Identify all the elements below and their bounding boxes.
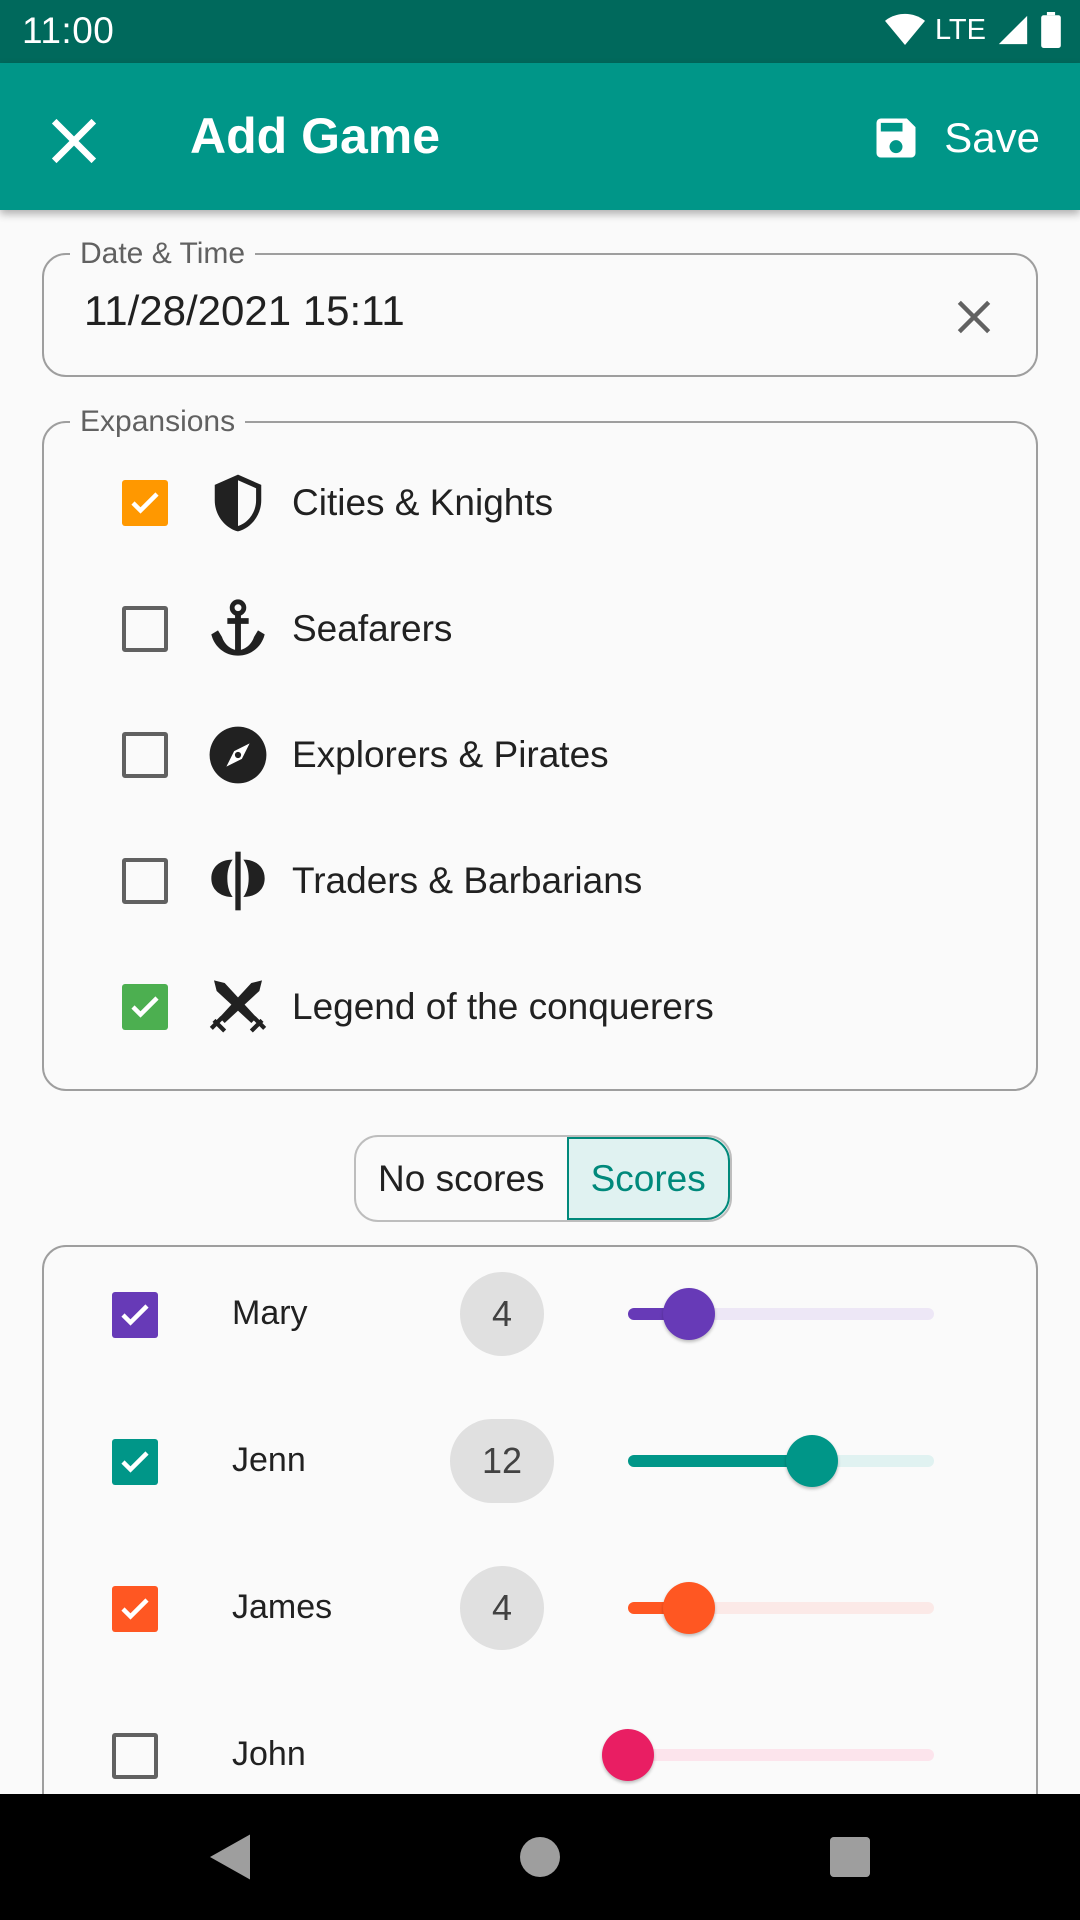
expansion-checkbox[interactable]: [122, 480, 168, 526]
expansion-row-traders-barbarians[interactable]: Traders & Barbarians: [122, 841, 642, 921]
expansions-group: Expansions Cities & Knights Seafarers Ex…: [42, 403, 1038, 1091]
slider-thumb[interactable]: [663, 1582, 716, 1634]
player-checkbox[interactable]: [112, 1292, 158, 1338]
score-mode-toggle: No scores Scores: [354, 1135, 732, 1222]
player-name: James: [232, 1588, 333, 1626]
date-time-field[interactable]: Date & Time 11/28/2021 15:11: [42, 235, 1038, 377]
back-button[interactable]: [200, 1827, 260, 1887]
toggle-no-scores[interactable]: No scores: [356, 1137, 567, 1220]
toggle-scores[interactable]: Scores: [566, 1137, 730, 1220]
save-label: Save: [944, 114, 1040, 161]
slider-fill: [628, 1455, 812, 1467]
close-button[interactable]: [44, 111, 104, 171]
status-icons: LTE: [884, 12, 1062, 48]
check-icon: [121, 1304, 149, 1326]
player-score-badge: 4: [460, 1566, 544, 1650]
score-slider[interactable]: [628, 1288, 934, 1340]
player-name: Mary: [232, 1294, 308, 1332]
score-slider[interactable]: [628, 1435, 934, 1487]
date-time-legend: Date & Time: [70, 235, 256, 273]
shield-icon: [206, 471, 270, 535]
score-slider[interactable]: [628, 1582, 934, 1634]
player-row-jenn: Jenn 12: [44, 1417, 1040, 1507]
home-icon: [520, 1837, 560, 1877]
close-icon: [51, 118, 97, 164]
anchor-icon: [206, 597, 270, 661]
recents-icon: [830, 1837, 870, 1877]
slider-track: [628, 1749, 934, 1761]
clear-date-button[interactable]: [952, 295, 996, 339]
clear-icon: [957, 300, 991, 334]
expansion-checkbox[interactable]: [122, 858, 168, 904]
back-icon: [210, 1834, 250, 1880]
player-score-badge: 12: [450, 1419, 554, 1503]
slider-thumb[interactable]: [785, 1435, 838, 1487]
expansion-row-legend-conquerers[interactable]: Legend of the conquerers: [122, 967, 714, 1047]
player-row-john: John: [44, 1711, 1040, 1801]
expansion-label: Cities & Knights: [292, 482, 554, 523]
player-row-james: James 4: [44, 1564, 1040, 1654]
expansion-label: Explorers & Pirates: [292, 734, 609, 775]
system-nav-bar: [0, 1794, 1080, 1920]
signal-icon: [998, 15, 1028, 45]
status-bar: 11:00 LTE: [0, 0, 1080, 63]
expansion-row-explorers-pirates[interactable]: Explorers & Pirates: [122, 715, 609, 795]
check-icon: [131, 492, 159, 514]
expansion-row-cities-knights[interactable]: Cities & Knights: [122, 463, 553, 543]
crossed-swords-icon: [206, 975, 270, 1039]
wifi-icon: [884, 13, 925, 46]
expansion-label: Legend of the conquerers: [292, 986, 714, 1027]
expansions-legend: Expansions: [70, 403, 246, 441]
expansion-checkbox[interactable]: [122, 606, 168, 652]
compass-icon: [206, 723, 270, 787]
home-button[interactable]: [510, 1827, 570, 1887]
status-time: 11:00: [22, 10, 115, 51]
expansion-row-seafarers[interactable]: Seafarers: [122, 589, 452, 669]
player-name: Jenn: [232, 1441, 306, 1479]
player-checkbox[interactable]: [112, 1439, 158, 1485]
player-checkbox[interactable]: [112, 1733, 158, 1779]
battery-icon: [1041, 12, 1061, 48]
network-type-label: LTE: [934, 13, 986, 46]
player-row-mary: Mary 4: [44, 1270, 1040, 1360]
expansion-checkbox[interactable]: [122, 732, 168, 778]
check-icon: [121, 1451, 149, 1473]
save-button[interactable]: Save: [870, 103, 1040, 173]
expansion-label: Seafarers: [292, 608, 453, 649]
expansion-checkbox[interactable]: [122, 984, 168, 1030]
check-icon: [121, 1598, 149, 1620]
score-slider[interactable]: [602, 1729, 934, 1781]
page-title: Add Game: [190, 108, 441, 164]
slider-thumb[interactable]: [602, 1729, 654, 1781]
slider-thumb[interactable]: [663, 1288, 716, 1340]
save-icon: [876, 118, 916, 158]
player-checkbox[interactable]: [112, 1586, 158, 1632]
player-name: John: [232, 1735, 306, 1773]
recents-button[interactable]: [820, 1827, 880, 1887]
check-icon: [131, 996, 159, 1018]
axe-icon: [206, 849, 270, 913]
date-time-value[interactable]: 11/28/2021 15:11: [84, 287, 405, 335]
player-score-badge: 4: [460, 1272, 544, 1356]
expansion-label: Traders & Barbarians: [292, 860, 643, 901]
app-bar: Add Game Save: [0, 63, 1080, 210]
